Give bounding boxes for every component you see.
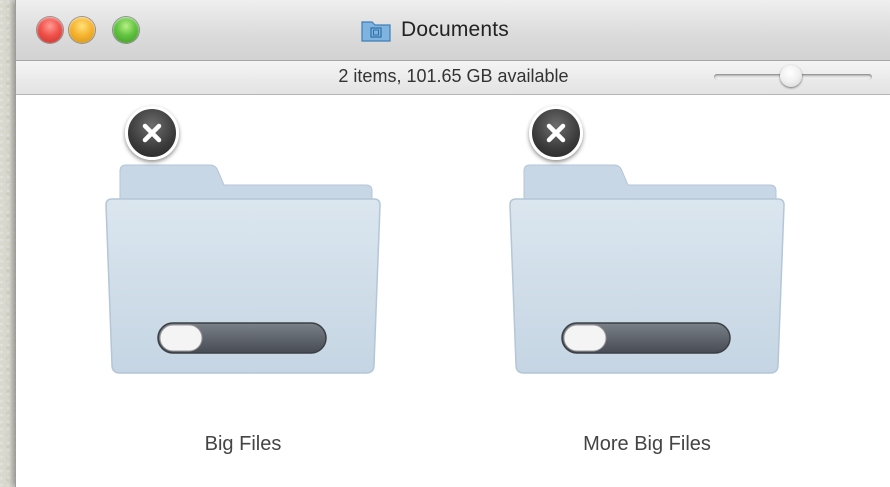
- folder-content: Big Files More Big Files: [16, 95, 890, 487]
- folder-item-more-big-files[interactable]: More Big Files: [506, 95, 788, 475]
- window-title-text: Documents: [401, 18, 510, 41]
- folder-icon: [361, 21, 391, 42]
- title-bar[interactable]: Documents: [16, 0, 890, 61]
- close-x-icon: [142, 123, 162, 143]
- folder-label: More Big Files: [583, 433, 711, 455]
- zoom-button[interactable]: [113, 17, 139, 43]
- finder-window: Documents 2 items, 101.65 GB available B…: [15, 0, 890, 487]
- close-button[interactable]: [37, 17, 63, 43]
- folder-icon[interactable]: [102, 163, 384, 379]
- folder-icon[interactable]: [506, 163, 788, 379]
- status-bar: 2 items, 101.65 GB available: [16, 61, 890, 95]
- window-title: Documents: [361, 16, 509, 44]
- folder-label: Big Files: [204, 433, 282, 455]
- folder-item-big-files[interactable]: Big Files: [102, 95, 384, 475]
- delete-badge[interactable]: [125, 106, 179, 160]
- delete-badge[interactable]: [529, 106, 583, 160]
- minimize-button[interactable]: [69, 17, 95, 43]
- close-x-icon: [546, 123, 566, 143]
- icon-size-slider-knob[interactable]: [780, 65, 802, 87]
